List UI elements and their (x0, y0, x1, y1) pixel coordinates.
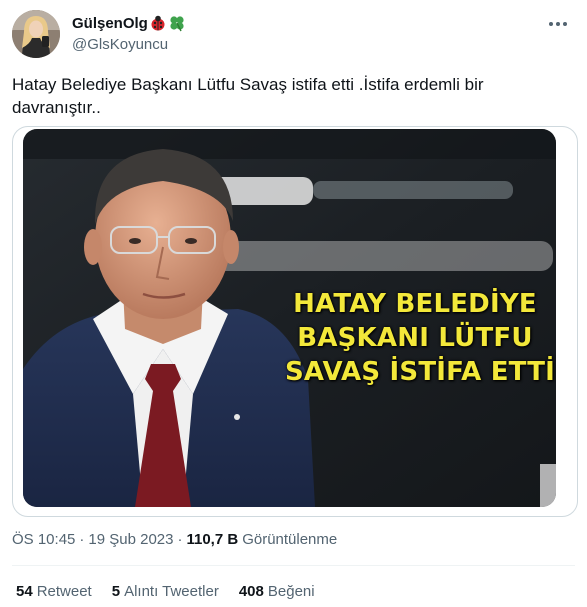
divider (12, 565, 575, 566)
avatar[interactable] (12, 10, 60, 58)
more-options-button[interactable] (540, 12, 576, 36)
views-count: 110,7 B (186, 531, 239, 548)
retweets-label: Retweet (36, 583, 92, 600)
quote-tweets-stat[interactable]: 5 Alıntı Tweetler (112, 583, 219, 600)
retweets-stat[interactable]: 54 Retweet (16, 583, 92, 600)
quotes-label: Alıntı Tweetler (124, 583, 219, 600)
tweet-media-image[interactable]: HATAY BELEDİYE BAŞKANI LÜTFU SAVAŞ İSTİF… (23, 129, 556, 507)
four-leaf-clover-icon (168, 14, 186, 32)
retweets-count: 54 (16, 583, 33, 600)
tweet-time[interactable]: ÖS 10:45 (12, 531, 75, 548)
meta-separator: · (79, 531, 85, 548)
views-label: Görüntülenme (242, 531, 338, 548)
likes-count: 408 (238, 583, 264, 600)
avatar-photo (12, 10, 60, 58)
likes-stat[interactable]: 408 Beğeni (239, 583, 315, 600)
tweet-stats-row: 54 Retweet 5 Alıntı Tweetler 408 Beğeni (16, 583, 335, 600)
meta-separator: · (177, 531, 183, 548)
tweet-text: Hatay Belediye Başkanı Lütfu Savaş istif… (12, 75, 489, 117)
headline-line: SAVAŞ İSTİFA ETTİ (285, 357, 556, 387)
media-headline: HATAY BELEDİYE BAŞKANI LÜTFU SAVAŞ İSTİF… (285, 287, 556, 389)
tweet-meta-row: ÖS 10:45 · 19 Şub 2023 · 110,7 B Görüntü… (12, 531, 337, 548)
author-handle[interactable]: @GlsKoyuncu (72, 36, 168, 53)
ladybug-icon (149, 14, 167, 32)
quotes-count: 5 (111, 583, 121, 600)
more-icon (549, 22, 567, 26)
headline-line: BAŞKANI LÜTFU (297, 323, 533, 353)
author-display-name[interactable]: GülşenOlg (72, 15, 148, 32)
headline-line: HATAY BELEDİYE (293, 289, 537, 319)
likes-label: Beğeni (267, 583, 315, 600)
tweet-media-card[interactable]: HATAY BELEDİYE BAŞKANI LÜTFU SAVAŞ İSTİF… (12, 126, 578, 517)
author-name-row[interactable]: GülşenOlg (72, 13, 186, 33)
tweet-date[interactable]: 19 Şub 2023 (88, 531, 173, 548)
